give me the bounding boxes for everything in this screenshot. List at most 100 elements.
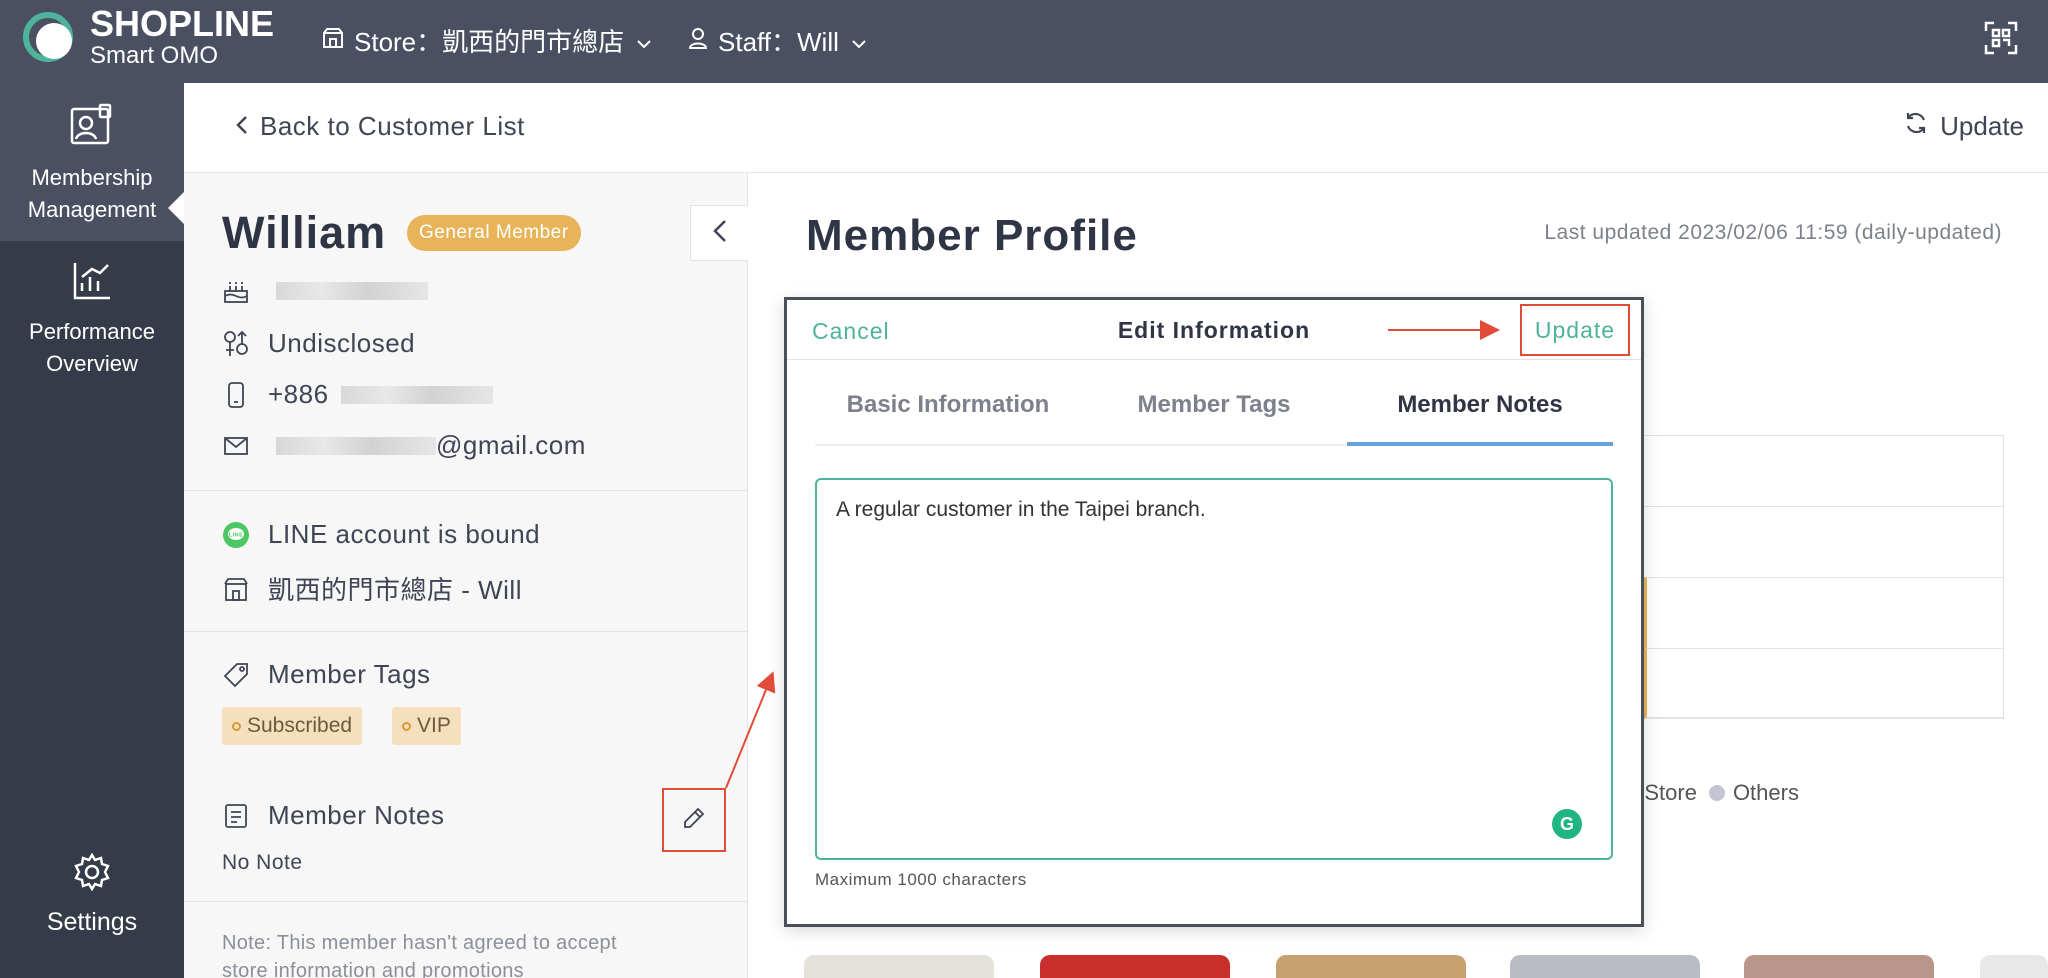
top-bar: SHOPLINE Smart OMO Store：凱西的門市總店 Staff：W… — [0, 0, 2048, 83]
product-thumbnail[interactable] — [1744, 955, 1934, 978]
product-thumbnail[interactable] — [804, 955, 994, 978]
page-title: Member Profile — [806, 211, 1138, 260]
member-notes-title: Member Notes — [268, 800, 445, 830]
chart-legend: e Store Others — [1626, 780, 1799, 806]
membership-badge: General Member — [407, 215, 581, 251]
edit-information-modal: Cancel Edit Information Update Basic Inf… — [784, 297, 1644, 927]
sidebar: Membership Management Performance Overvi… — [0, 83, 185, 978]
tab-basic-information[interactable]: Basic Information — [815, 391, 1081, 419]
member-tags-heading: Member Tags — [222, 659, 431, 690]
email-row: @gmail.com — [222, 430, 586, 461]
product-thumbnail[interactable] — [1980, 955, 2048, 978]
sidebar-item-label: Performance — [29, 319, 155, 344]
svg-text:LINE: LINE — [229, 532, 244, 538]
line-status-text: LINE account is bound — [268, 519, 541, 549]
chevron-left-icon — [712, 219, 727, 248]
divider — [184, 901, 748, 902]
staff-selector[interactable]: Staff：Will — [688, 22, 867, 59]
brand-subtitle: Smart OMO — [90, 42, 219, 69]
tab-member-tags[interactable]: Member Tags — [1081, 391, 1347, 419]
legend-dot-icon — [1708, 785, 1725, 801]
member-card-icon — [0, 103, 184, 156]
back-to-customer-list-link[interactable]: Back to Customer List — [236, 111, 525, 142]
consent-note-line: Note: This member hasn't agreed to accep… — [222, 932, 617, 954]
person-icon — [688, 25, 708, 56]
modal-header: Cancel Edit Information Update — [787, 300, 1641, 360]
sidebar-item-membership[interactable]: Membership Management — [0, 83, 184, 241]
product-thumbnail[interactable] — [1276, 955, 1466, 978]
notes-icon — [222, 802, 250, 830]
divider — [184, 631, 748, 632]
refresh-update-button[interactable]: Update — [1904, 111, 2024, 142]
modal-title: Edit Information — [1117, 317, 1311, 343]
cake-icon — [222, 277, 250, 305]
phone-prefix: +886 — [268, 379, 329, 409]
divider — [184, 490, 748, 491]
phone-icon — [222, 381, 250, 409]
gender-row: Undisclosed — [222, 328, 415, 359]
grammarly-icon[interactable]: G — [1552, 809, 1582, 839]
last-updated-text: Last updated 2023/02/06 11:59 (daily-upd… — [1544, 221, 2002, 244]
line-status-row: LINE LINE account is bound — [222, 519, 540, 550]
table-row — [1644, 648, 2004, 719]
sidebar-item-label: Settings — [46, 908, 138, 936]
line-app-icon: LINE — [222, 521, 250, 549]
email-suffix: @gmail.com — [436, 430, 586, 460]
tag-dot-icon — [232, 721, 241, 731]
store-staff-text: 凱西的門市總店 - Will — [268, 575, 522, 605]
sidebar-item-performance[interactable]: Performance Overview — [0, 261, 184, 380]
table-row — [1644, 506, 2004, 577]
active-pointer — [168, 191, 185, 225]
shopline-logo: SHOPLINE Smart OMO — [22, 6, 274, 68]
consent-note: Note: This member hasn't agreed to accep… — [222, 929, 617, 978]
table-row — [1644, 435, 2004, 506]
member-tags-title: Member Tags — [268, 659, 431, 689]
birthday-row — [222, 277, 428, 305]
sidebar-item-label: Management — [27, 197, 157, 222]
modal-update-button[interactable]: Update — [1520, 304, 1630, 356]
pencil-icon — [682, 806, 706, 835]
store-staff-row: 凱西的門市總店 - Will — [222, 570, 522, 607]
chevron-down-icon — [851, 25, 867, 56]
table-row — [1644, 577, 2004, 648]
chevron-down-icon — [636, 25, 652, 56]
sidebar-item-label: Overview — [46, 351, 138, 376]
tag-chip: Subscribed — [222, 707, 363, 745]
product-thumbnail[interactable] — [1040, 955, 1230, 978]
mail-icon — [222, 432, 250, 460]
phone-row: +886 — [222, 379, 493, 410]
update-label: Update — [1940, 111, 2024, 141]
product-thumbnail[interactable] — [1510, 955, 1700, 978]
tag-dot-icon — [402, 721, 411, 731]
sidebar-item-label: Membership — [31, 165, 153, 190]
phone-value-redacted — [340, 385, 493, 404]
store-selector[interactable]: Store：凱西的門市總店 — [322, 22, 652, 59]
member-notes-textarea[interactable]: A regular customer in the Taipei branch. — [815, 478, 1613, 860]
store-label: Store：凱西的門市總店 — [354, 27, 625, 57]
consent-note-line: store information and promotions — [222, 960, 524, 978]
brand-name: SHOPLINE — [90, 3, 275, 44]
qr-scan-icon[interactable] — [1984, 21, 2018, 60]
staff-label: Staff：Will — [718, 27, 839, 57]
page-header: Back to Customer List Update — [184, 83, 2048, 173]
chevron-left-icon — [236, 111, 248, 142]
tag-icon — [222, 661, 250, 689]
modal-tabs: Basic Information Member Tags Member Not… — [815, 363, 1615, 446]
member-notes-value: No Note — [222, 851, 303, 874]
gear-icon — [0, 852, 184, 900]
member-notes-heading: Member Notes — [222, 800, 445, 831]
sidebar-item-settings[interactable]: Settings — [0, 852, 184, 938]
gender-value: Undisclosed — [268, 328, 416, 358]
legend-label: Others — [1732, 780, 1799, 805]
tab-member-notes[interactable]: Member Notes — [1347, 391, 1613, 419]
email-value-redacted — [276, 436, 436, 455]
collapse-panel-button[interactable] — [690, 205, 748, 261]
active-tab-underline — [1347, 442, 1613, 446]
store-icon — [322, 25, 344, 56]
edit-notes-button[interactable] — [662, 788, 726, 852]
gender-icon — [222, 330, 250, 358]
customer-name: William — [222, 207, 387, 258]
tag-chip: VIP — [392, 707, 461, 745]
tag-label: Subscribed — [247, 714, 353, 737]
refresh-icon — [1904, 111, 1928, 142]
